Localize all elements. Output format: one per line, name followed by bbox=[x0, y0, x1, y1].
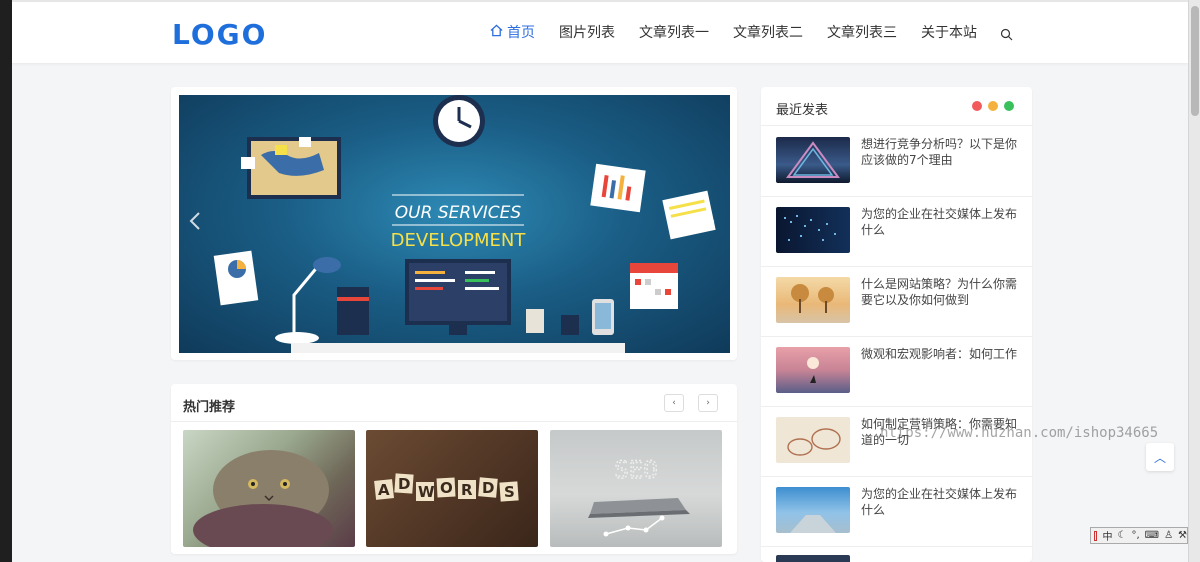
keyboard-icon: ⌨ bbox=[1144, 530, 1160, 541]
chevron-right-icon[interactable] bbox=[703, 211, 715, 236]
post-thumbnail bbox=[776, 555, 850, 562]
post-thumbnail bbox=[776, 417, 850, 463]
punctuation-icon: °, bbox=[1131, 530, 1140, 541]
section-title: 热门推荐 bbox=[183, 400, 236, 415]
adwords-tiles-photo: ADW ORDS bbox=[374, 473, 519, 502]
list-item[interactable]: 为您的企业在社交媒体上发布什么 bbox=[761, 477, 1032, 547]
green-dot-icon bbox=[1004, 101, 1014, 111]
watermark-text: https://www.huzhan.com/ishop34665 bbox=[880, 425, 1159, 441]
ime-logo-icon bbox=[1094, 530, 1098, 541]
nav-item-articles-1[interactable]: 文章列表一 bbox=[639, 22, 709, 42]
hot-thumb-seo[interactable]: SEO bbox=[550, 430, 722, 547]
nav-item-articles-2[interactable]: 文章列表二 bbox=[733, 22, 803, 42]
nav-item-home[interactable]: 首页 bbox=[490, 22, 535, 42]
post-thumbnail bbox=[776, 137, 850, 183]
nav-item-label: 文章列表三 bbox=[827, 25, 897, 41]
main-nav: 首页 图片列表 文章列表一 文章列表二 文章列表三 关于本站 bbox=[490, 22, 977, 42]
slide-image[interactable]: OUR SERVICES DEVELOPMENT bbox=[179, 95, 730, 353]
moon-icon: ☾ bbox=[1117, 530, 1127, 541]
post-title: 什么是网站策略？为什么你需要它以及你如何做到 bbox=[861, 277, 1018, 307]
page-scrollbar[interactable] bbox=[1188, 0, 1200, 562]
slide-line-2: DEVELOPMENT bbox=[391, 230, 527, 251]
nav-item-label: 文章列表一 bbox=[639, 25, 709, 41]
list-item[interactable]: 如何制定营销策略：你需要知道的一切 bbox=[761, 407, 1032, 477]
post-thumbnail bbox=[776, 207, 850, 253]
nav-item-label: 首页 bbox=[507, 25, 535, 41]
scrollbar-thumb[interactable] bbox=[1191, 6, 1199, 116]
hot-thumb-cat[interactable] bbox=[183, 430, 355, 547]
red-dot-icon bbox=[972, 101, 982, 111]
nav-item-about[interactable]: 关于本站 bbox=[921, 22, 977, 42]
hero-slider: OUR SERVICES DEVELOPMENT bbox=[171, 87, 737, 360]
top-navbar: LOGO 首页 图片列表 文章列表一 文章列表二 文章列表三 关于本站 bbox=[12, 0, 1188, 63]
nav-item-images[interactable]: 图片列表 bbox=[559, 22, 615, 42]
list-item[interactable]: 微观和宏观影响者：如何工作 bbox=[761, 337, 1032, 407]
list-item[interactable] bbox=[761, 547, 1032, 562]
nav-item-label: 文章列表二 bbox=[733, 25, 803, 41]
svg-text:S: S bbox=[504, 483, 515, 501]
post-title: 想进行竞争分析吗？以下是你应该做的7个理由 bbox=[861, 137, 1018, 167]
home-icon bbox=[490, 24, 503, 41]
carousel-next-button[interactable]: › bbox=[698, 394, 718, 412]
post-thumbnail bbox=[776, 277, 850, 323]
svg-text:D: D bbox=[398, 475, 410, 493]
development-illustration: OUR SERVICES DEVELOPMENT bbox=[213, 95, 716, 353]
carousel-prev-button[interactable]: ‹ bbox=[664, 394, 684, 412]
svg-text:R: R bbox=[461, 481, 473, 499]
post-title: 为您的企业在社交媒体上发布什么 bbox=[861, 487, 1018, 517]
search-icon[interactable] bbox=[1000, 26, 1013, 41]
seo-laptop-photo: SEO bbox=[588, 455, 690, 537]
hot-thumb-adwords[interactable]: ADW ORDS bbox=[366, 430, 538, 547]
nav-item-label: 关于本站 bbox=[921, 25, 977, 41]
back-to-top-button[interactable]: ︿ bbox=[1146, 443, 1174, 471]
wrench-icon: ⚒ bbox=[1178, 530, 1187, 541]
svg-text:O: O bbox=[440, 479, 453, 497]
ime-mode-label: 中 bbox=[1102, 532, 1113, 543]
divider bbox=[761, 125, 1032, 126]
list-item[interactable]: 什么是网站策略？为什么你需要它以及你如何做到 bbox=[761, 267, 1032, 337]
user-icon: ♙ bbox=[1164, 530, 1174, 541]
svg-text:W: W bbox=[418, 483, 435, 501]
post-title: 为您的企业在社交媒体上发布什么 bbox=[861, 207, 1018, 237]
divider bbox=[171, 421, 737, 422]
svg-text:SEO: SEO bbox=[614, 456, 657, 484]
recent-posts-panel: 最近发表 想进行竞争分析吗？以下是你应该做的7个理由 为您的企业在社交媒体上发布… bbox=[761, 87, 1032, 562]
ime-toolbar[interactable]: 中 ☾ °, ⌨ ♙ ⚒ bbox=[1090, 527, 1188, 544]
slide-line-1: OUR SERVICES bbox=[395, 203, 522, 223]
yellow-dot-icon bbox=[988, 101, 998, 111]
section-title: 最近发表 bbox=[776, 103, 829, 118]
post-thumbnail bbox=[776, 347, 850, 393]
list-item[interactable]: 为您的企业在社交媒体上发布什么 bbox=[761, 197, 1032, 267]
svg-text:A: A bbox=[378, 481, 390, 499]
post-title: 微观和宏观影响者：如何工作 bbox=[861, 347, 1018, 361]
post-thumbnail bbox=[776, 487, 850, 533]
nav-item-articles-3[interactable]: 文章列表三 bbox=[827, 22, 897, 42]
hot-recommend-panel: 热门推荐 ‹ › ADW ORDS SEO bbox=[171, 384, 737, 554]
window-left-edge bbox=[0, 0, 12, 562]
list-item[interactable]: 想进行竞争分析吗？以下是你应该做的7个理由 bbox=[761, 127, 1032, 197]
nav-item-label: 图片列表 bbox=[559, 25, 615, 41]
svg-text:D: D bbox=[482, 479, 494, 497]
site-logo[interactable]: LOGO bbox=[172, 18, 267, 51]
cat-photo bbox=[193, 450, 333, 547]
chevron-left-icon[interactable] bbox=[189, 211, 201, 236]
